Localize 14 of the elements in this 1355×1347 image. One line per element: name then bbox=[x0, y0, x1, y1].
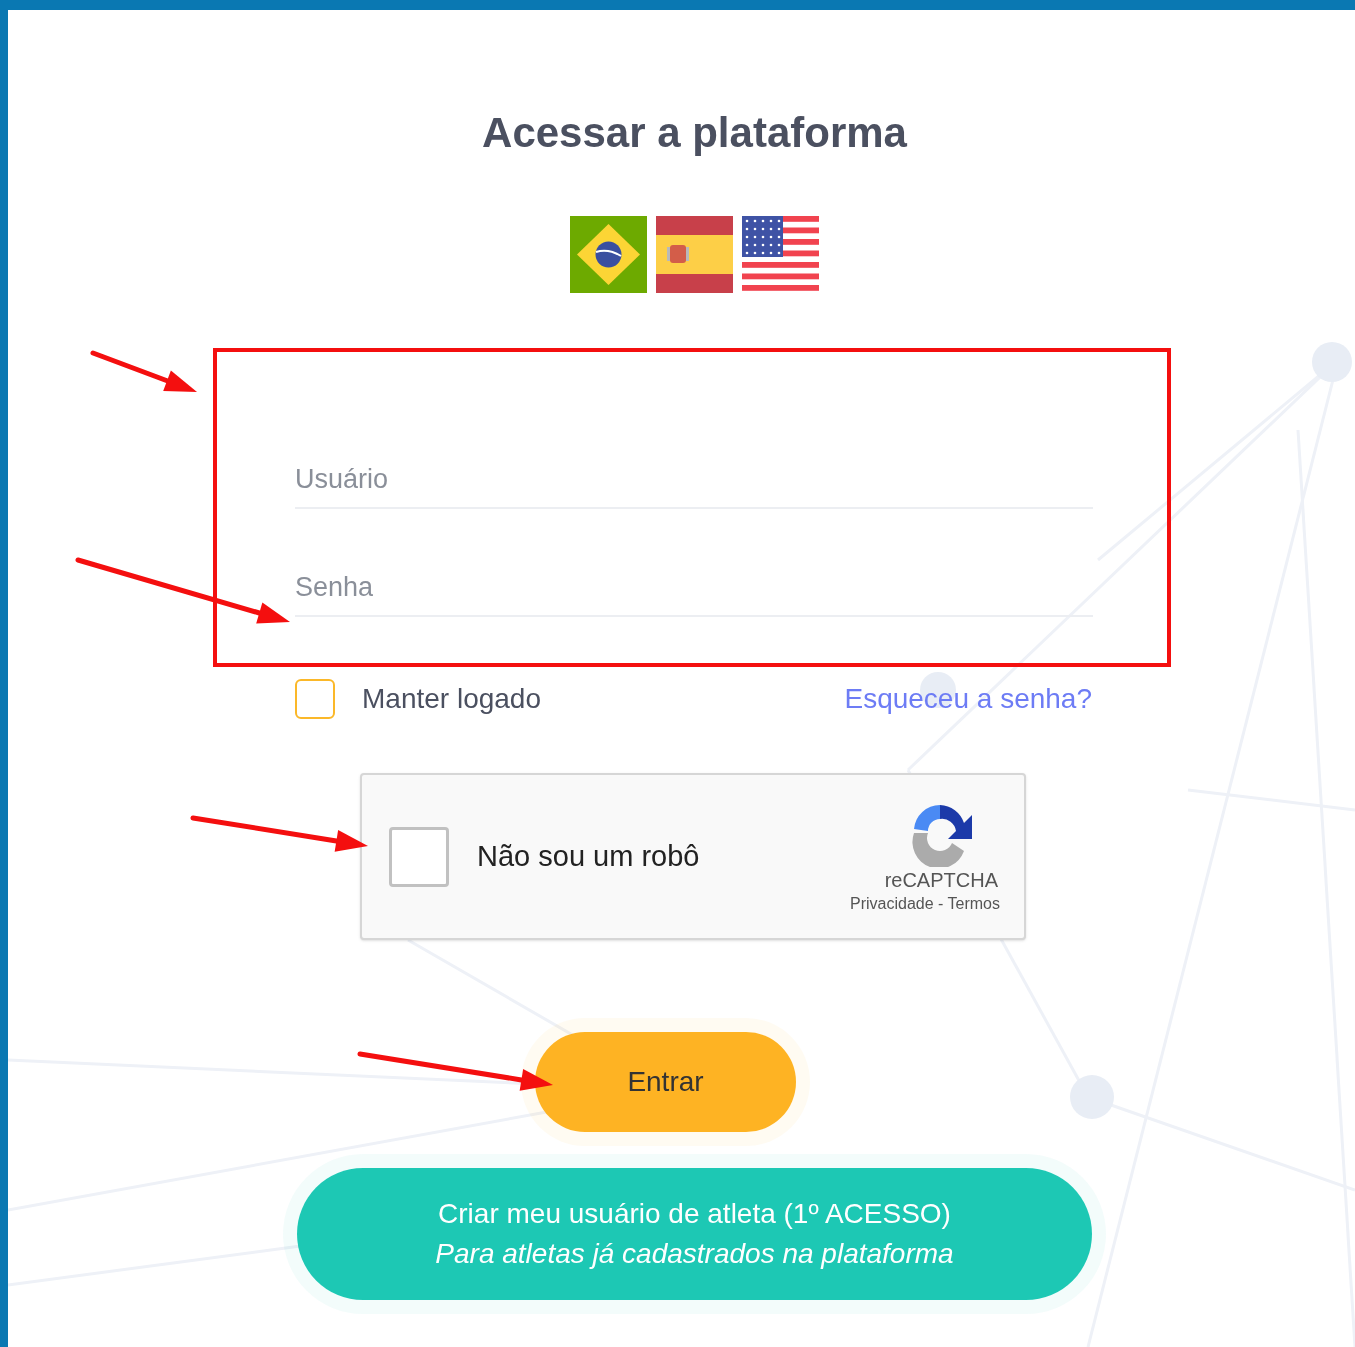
brazil-flag-icon[interactable] bbox=[570, 216, 647, 293]
recaptcha-brand: reCAPTCHA bbox=[884, 867, 998, 893]
remember-label: Manter logado bbox=[362, 682, 541, 716]
recaptcha-links[interactable]: Privacidade - Termos bbox=[850, 892, 1000, 915]
page-title: Acessar a plataforma bbox=[482, 108, 907, 158]
forgot-password-link[interactable]: Esqueceu a senha? bbox=[844, 678, 1092, 720]
username-field[interactable]: Usuário bbox=[295, 451, 1093, 509]
password-field[interactable]: Senha bbox=[295, 559, 1093, 617]
remember-checkbox[interactable] bbox=[295, 679, 335, 719]
login-button[interactable]: Entrar bbox=[535, 1032, 796, 1132]
usa-flag-icon[interactable] bbox=[742, 216, 819, 293]
spain-flag-icon[interactable] bbox=[656, 216, 733, 293]
recaptcha-checkbox[interactable] bbox=[389, 826, 449, 887]
recaptcha-label: Não sou um robô bbox=[477, 838, 700, 874]
